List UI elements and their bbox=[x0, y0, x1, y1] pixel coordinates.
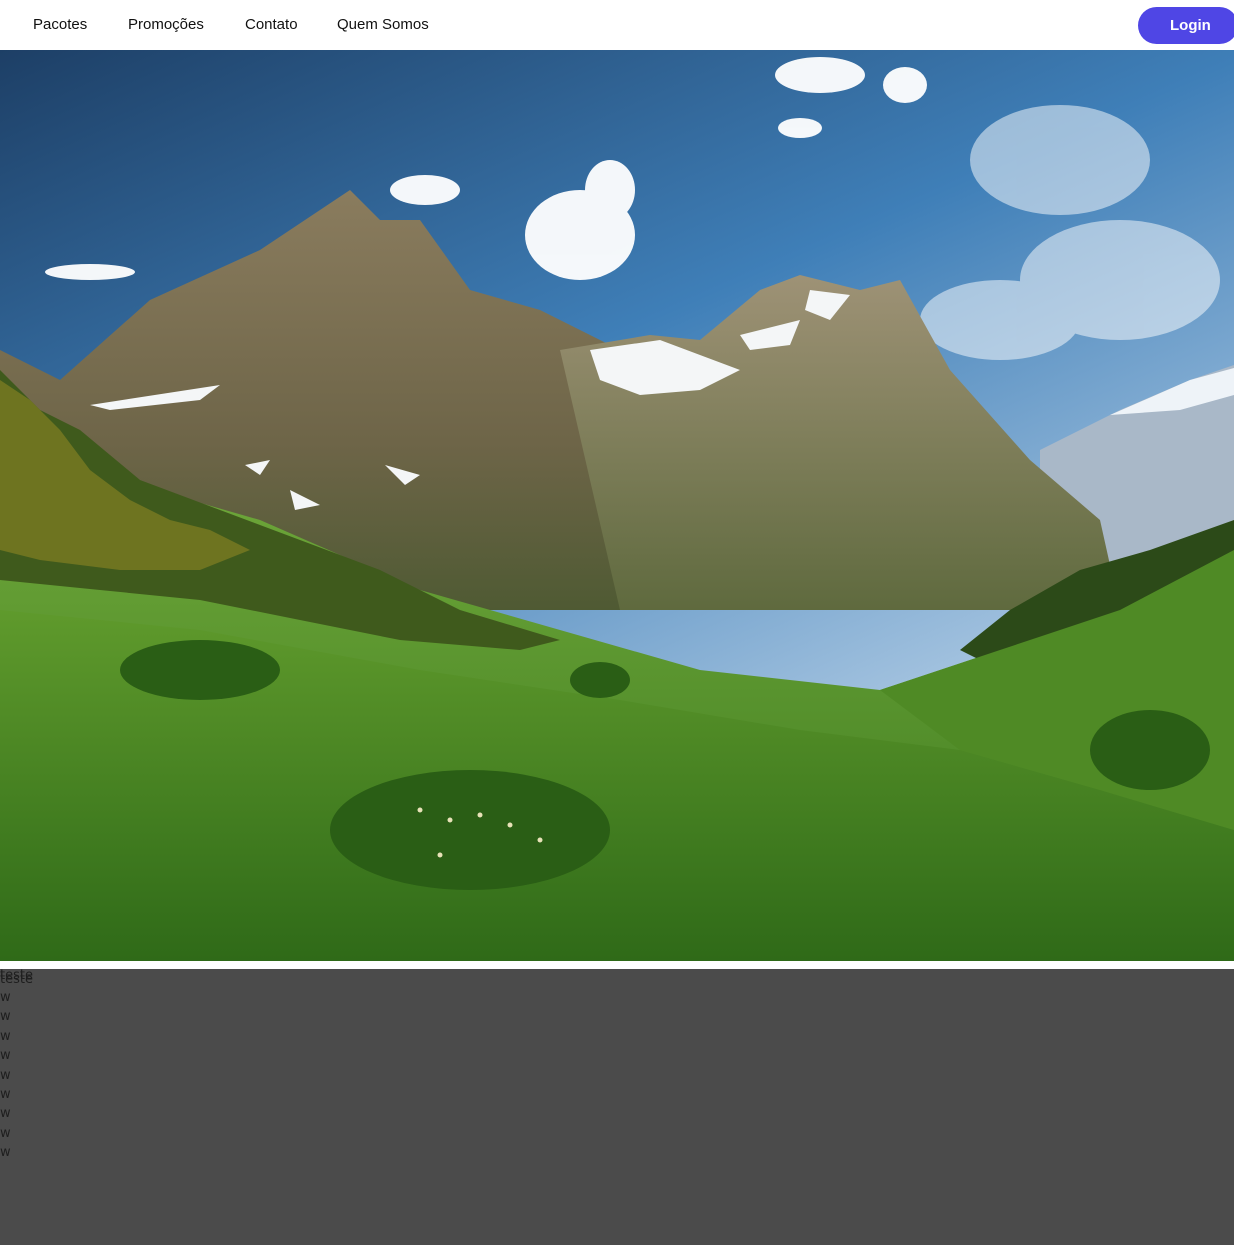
text-line: w bbox=[0, 1067, 11, 1083]
text-line: w bbox=[0, 1048, 11, 1064]
login-button[interactable]: Login bbox=[1138, 7, 1234, 44]
text-line: w bbox=[0, 990, 11, 1005]
nav-link-quem-somos[interactable]: Quem Somos bbox=[337, 16, 429, 33]
divider-strip bbox=[0, 961, 1234, 969]
text-line: w bbox=[0, 1106, 11, 1122]
nav-link-pacotes[interactable]: Pacotes bbox=[33, 16, 87, 33]
text-line: w bbox=[0, 1009, 11, 1025]
text-line: w bbox=[0, 1086, 11, 1102]
text-line: w bbox=[0, 1145, 11, 1161]
nav-link-contato[interactable]: Contato bbox=[245, 16, 298, 33]
hero-image bbox=[0, 50, 1234, 961]
nav-link-promocoes[interactable]: Promoções bbox=[128, 16, 204, 33]
teste-text: teste bbox=[0, 972, 33, 987]
text-line: w bbox=[0, 1125, 11, 1141]
mountain-landscape-illustration bbox=[0, 50, 1234, 961]
top-navigation-bar: Pacotes Promoções Contato Quem Somos Log… bbox=[0, 0, 1234, 50]
text-lines: w w w w w w w w w bbox=[0, 988, 11, 1163]
text-line: w bbox=[0, 1028, 11, 1044]
